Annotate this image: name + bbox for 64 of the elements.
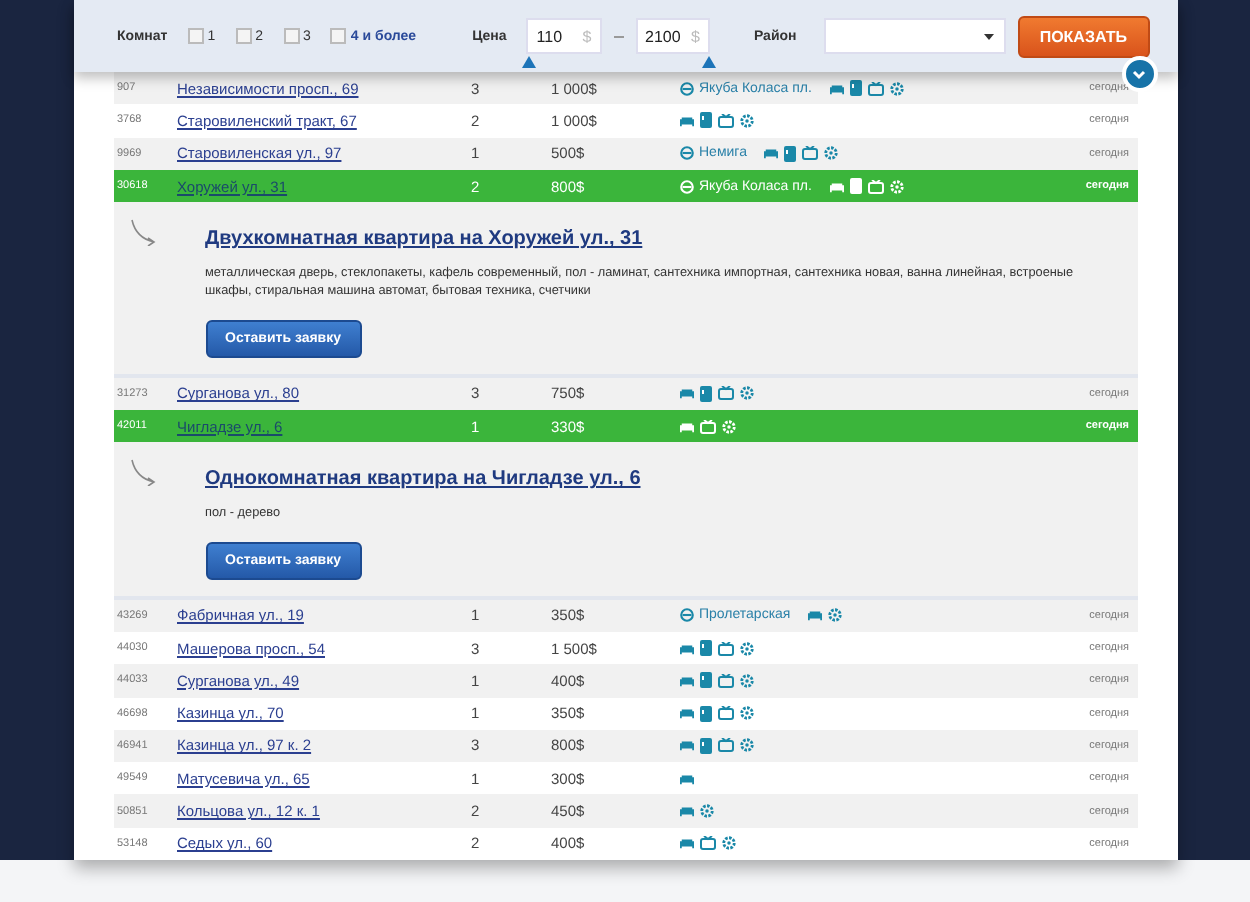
- room-checkbox[interactable]: [235, 28, 252, 44]
- fridge-icon: [849, 178, 862, 195]
- tv-icon: [717, 641, 733, 656]
- listing-title-link[interactable]: Однокомнатная квартира на Чигладзе ул., 6: [205, 468, 641, 491]
- gear-icon: [739, 386, 753, 401]
- fridge-icon: [699, 737, 711, 754]
- gear-icon: [889, 81, 904, 96]
- metro-icon: [679, 81, 693, 96]
- fridge-icon: [699, 705, 711, 722]
- dropdown-caret-icon: [983, 33, 994, 39]
- sofa-icon: [808, 608, 823, 623]
- curved-arrow-icon: [129, 218, 157, 247]
- gear-icon: [721, 419, 735, 434]
- sofa-icon: [679, 673, 693, 688]
- gear-icon: [721, 836, 735, 851]
- metro-icon: [679, 179, 693, 194]
- sofa-icon: [764, 146, 779, 161]
- fridge-icon: [784, 145, 797, 162]
- gear-icon: [739, 706, 753, 721]
- curved-arrow-icon: [129, 458, 157, 487]
- district-select[interactable]: [824, 18, 1006, 54]
- sofa-icon: [679, 641, 693, 656]
- tv-icon: [699, 836, 715, 851]
- tv-icon: [717, 706, 733, 721]
- sofa-icon: [679, 419, 693, 434]
- tv-icon: [699, 419, 715, 434]
- gear-icon: [824, 146, 839, 161]
- sofa-icon: [679, 836, 693, 851]
- tv-icon: [717, 113, 733, 128]
- sofa-icon: [679, 113, 693, 128]
- metro-icon: [679, 608, 693, 623]
- sofa-icon: [829, 81, 844, 96]
- sofa-icon: [679, 738, 693, 753]
- fridge-icon: [699, 385, 711, 402]
- sofa-icon: [679, 771, 693, 786]
- tv-icon: [717, 386, 733, 401]
- listing-title-link[interactable]: Двухкомнатная квартира на Хоружей ул., 31: [205, 228, 643, 251]
- gear-icon: [699, 804, 713, 819]
- sofa-icon: [679, 386, 693, 401]
- room-checkbox[interactable]: [330, 28, 347, 44]
- slider-handle-icon[interactable]: [701, 56, 716, 68]
- sofa-icon: [679, 804, 693, 819]
- sofa-icon: [679, 706, 693, 721]
- fridge-icon: [849, 80, 862, 97]
- gear-icon: [739, 738, 753, 753]
- gear-icon: [739, 673, 753, 688]
- tv-icon: [867, 81, 884, 96]
- slider-handle-icon[interactable]: [522, 56, 537, 68]
- room-checkbox[interactable]: [187, 28, 204, 44]
- metro-icon: [679, 146, 693, 161]
- fridge-icon: [699, 112, 711, 129]
- room-checkbox[interactable]: [283, 28, 299, 44]
- tv-icon: [802, 146, 819, 161]
- fridge-icon: [699, 640, 711, 657]
- tv-icon: [717, 738, 733, 753]
- gear-icon: [828, 608, 843, 623]
- gear-icon: [739, 113, 753, 128]
- gear-icon: [739, 641, 753, 656]
- gear-icon: [889, 179, 904, 194]
- tv-icon: [717, 673, 733, 688]
- chevron-down-icon: [1132, 69, 1146, 79]
- sofa-icon: [829, 179, 844, 194]
- fridge-icon: [699, 672, 711, 689]
- tv-icon: [867, 179, 884, 194]
